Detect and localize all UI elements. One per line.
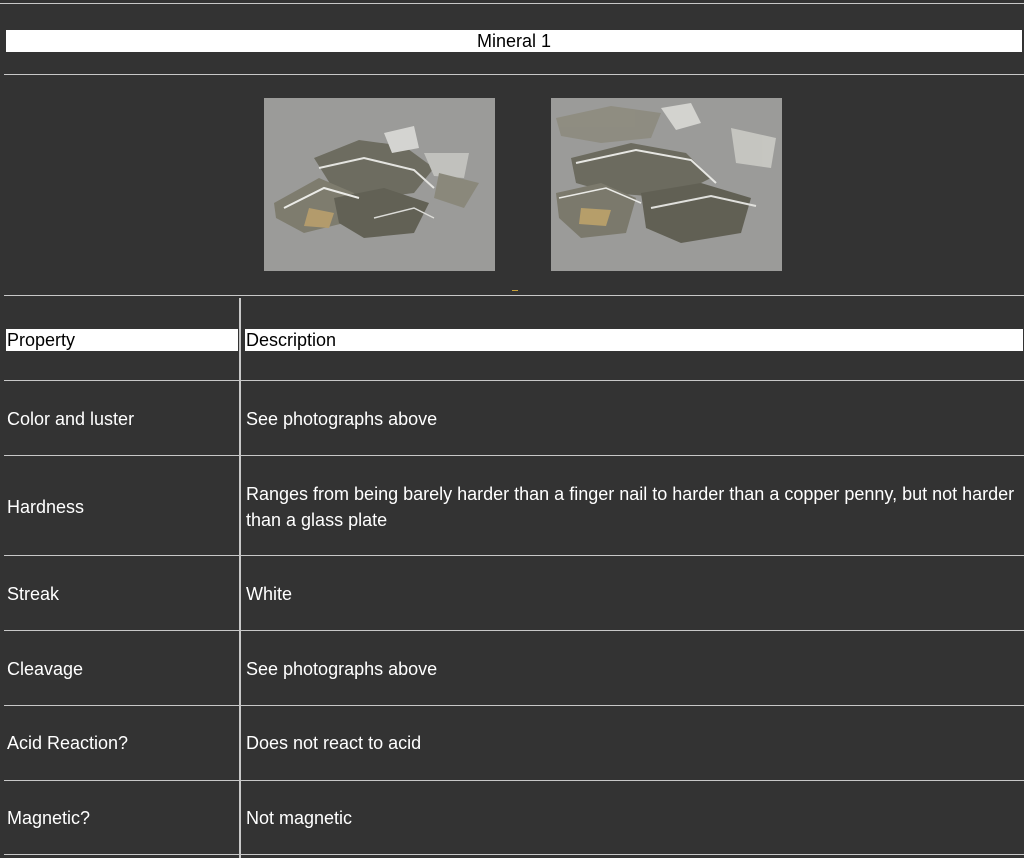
stray-mark bbox=[512, 290, 518, 291]
bottom-border bbox=[4, 854, 1024, 855]
row-divider bbox=[4, 780, 1024, 781]
column-divider bbox=[239, 298, 241, 858]
description-cell: Ranges from being barely harder than a f… bbox=[246, 484, 1015, 530]
description-cell: White bbox=[246, 584, 293, 604]
description-cell: See photographs above bbox=[246, 659, 438, 679]
mineral-photo-right bbox=[551, 98, 782, 271]
row-divider bbox=[4, 630, 1024, 631]
description-cell: See photographs above bbox=[246, 409, 438, 429]
property-cell: Cleavage bbox=[7, 659, 84, 679]
property-cell: Color and luster bbox=[7, 409, 135, 429]
row-divider bbox=[4, 555, 1024, 556]
property-cell: Hardness bbox=[7, 497, 85, 517]
property-cell: Streak bbox=[7, 584, 60, 604]
page-title: Mineral 1 bbox=[6, 30, 1022, 52]
row-divider bbox=[4, 705, 1024, 706]
description-cell: Not magnetic bbox=[246, 808, 353, 828]
top-border bbox=[0, 3, 1024, 4]
title-divider bbox=[4, 74, 1024, 75]
property-cell: Acid Reaction? bbox=[7, 733, 129, 753]
mineral-photo-left bbox=[264, 98, 495, 271]
description-cell: Does not react to acid bbox=[246, 733, 422, 753]
description-header: Description bbox=[245, 329, 1023, 351]
photos-divider bbox=[4, 295, 1024, 296]
row-divider bbox=[4, 455, 1024, 456]
property-cell: Magnetic? bbox=[7, 808, 91, 828]
property-header: Property bbox=[6, 329, 238, 351]
row-divider bbox=[4, 380, 1024, 381]
